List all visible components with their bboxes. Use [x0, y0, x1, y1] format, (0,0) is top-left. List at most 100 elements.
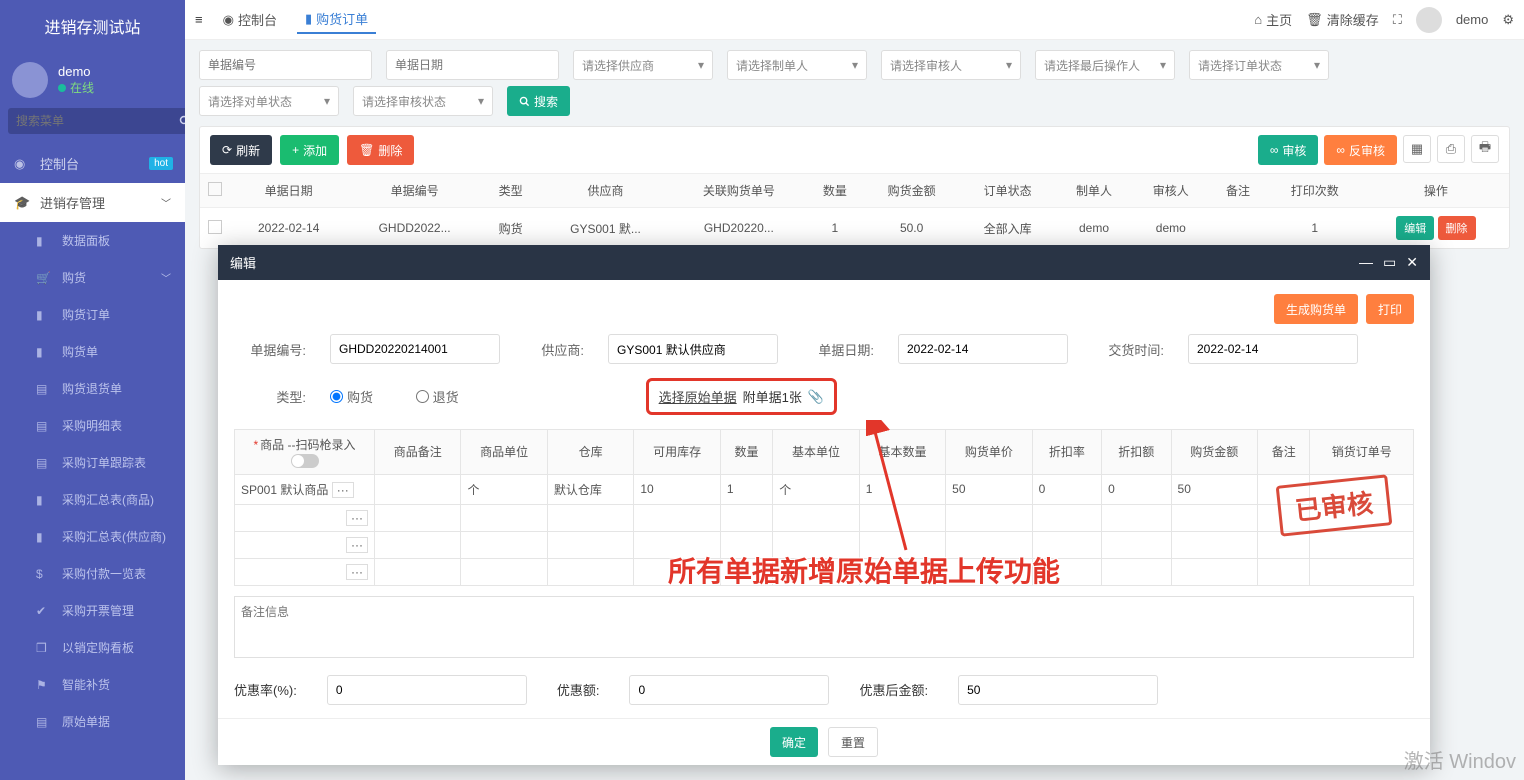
filter-last-op[interactable]: 请选择最后操作人▾: [1035, 50, 1175, 80]
row-delete-button[interactable]: 删除: [1438, 216, 1476, 240]
reset-button[interactable]: 重置: [828, 727, 878, 757]
filter-creator[interactable]: 请选择制单人▾: [727, 50, 867, 80]
close-icon[interactable]: ✕: [1406, 254, 1418, 271]
nav-purchase-order[interactable]: ▮购货订单: [0, 296, 185, 333]
checkbox-all[interactable]: [208, 182, 222, 196]
nav-summary-product[interactable]: ▮采购汇总表(商品): [0, 481, 185, 518]
filter-doc-no[interactable]: [199, 50, 372, 80]
filter-row-1: 请选择供应商▾ 请选择制单人▾ 请选择审核人▾ 请选择最后操作人▾ 请选择订单状…: [185, 40, 1524, 80]
nav-order-track[interactable]: ▤采购订单跟踪表: [0, 444, 185, 481]
nav-purchase-detail[interactable]: ▤采购明细表: [0, 407, 185, 444]
check-icon: ✔: [36, 604, 52, 618]
product-picker[interactable]: ···: [346, 510, 368, 526]
refresh-button[interactable]: ⟳刷新: [210, 135, 272, 165]
filter-match-status[interactable]: 请选择对单状态▾: [199, 86, 339, 116]
unaudit-button[interactable]: ∞反审核: [1324, 135, 1397, 165]
filter-auditor[interactable]: 请选择审核人▾: [881, 50, 1021, 80]
paperclip-icon[interactable]: 📎: [808, 389, 824, 405]
tab-console[interactable]: ◉控制台: [215, 6, 285, 33]
settings-icon[interactable]: ⚙: [1502, 12, 1514, 28]
radio-buy[interactable]: 购货: [330, 387, 402, 406]
nav-purchase[interactable]: 🛒购货﹀: [0, 259, 185, 296]
nav-summary-supplier[interactable]: ▮采购汇总表(供应商): [0, 518, 185, 555]
search-button[interactable]: 搜索: [507, 86, 570, 116]
menu-toggle-icon[interactable]: ≡: [195, 12, 203, 27]
menu-search-input[interactable]: [8, 108, 179, 134]
nav-purchase-return[interactable]: ▤购货退货单: [0, 370, 185, 407]
link-icon: ∞: [1270, 143, 1279, 157]
input-discount-rate[interactable]: [327, 675, 527, 705]
tab-purchase-order[interactable]: ▮购货订单: [297, 5, 376, 34]
input-after-amt[interactable]: [958, 675, 1158, 705]
filter-doc-date[interactable]: [386, 50, 559, 80]
product-picker[interactable]: ···: [332, 482, 354, 498]
nav-purchase-doc[interactable]: ▮购货单: [0, 333, 185, 370]
minimize-icon[interactable]: —: [1359, 254, 1373, 271]
filter-supplier[interactable]: 请选择供应商▾: [573, 50, 713, 80]
print-button[interactable]: 打印: [1366, 294, 1414, 324]
select-original-link[interactable]: 选择原始单据: [659, 387, 737, 406]
plus-icon: +: [292, 143, 299, 157]
checkbox-row[interactable]: [208, 220, 222, 234]
nav-jxc[interactable]: 🎓 进销存管理 ﹀: [0, 183, 185, 222]
radio-return[interactable]: 退货: [416, 387, 488, 406]
edit-row[interactable]: SP001 默认商品 ··· 个 默认仓库 10 1 个 1 50 0 0 50: [235, 474, 1414, 504]
col-header: 制单人: [1056, 174, 1133, 208]
input-discount-amt[interactable]: [629, 675, 829, 705]
table-row[interactable]: 2022-02-14 GHDD2022... 购货 GYS001 默... GH…: [200, 208, 1509, 249]
nav-payment-list[interactable]: $采购付款一览表: [0, 555, 185, 592]
search-icon: [519, 96, 530, 107]
home-button[interactable]: ⌂主页: [1254, 10, 1292, 29]
add-button[interactable]: +添加: [280, 135, 339, 165]
chart-icon: ▮: [305, 11, 312, 27]
filter-row-2: 请选择对单状态▾ 请选择审核状态▾ 搜索: [185, 80, 1524, 116]
col-header: 订单状态: [960, 174, 1056, 208]
export-icon[interactable]: ⎙: [1437, 135, 1465, 163]
col-header: 单据日期: [230, 174, 347, 208]
input-doc-date[interactable]: [898, 334, 1068, 364]
nav-original-doc[interactable]: ▤原始单据: [0, 703, 185, 740]
edit-row-empty[interactable]: ···: [235, 558, 1414, 585]
trash-icon: 🗑: [359, 143, 374, 157]
remark-textarea[interactable]: [234, 596, 1414, 658]
edit-row-empty[interactable]: ···: [235, 531, 1414, 558]
input-delivery[interactable]: [1188, 334, 1358, 364]
input-doc-no[interactable]: [330, 334, 500, 364]
nav-data-panel[interactable]: ▮数据面板: [0, 222, 185, 259]
audit-button[interactable]: ∞审核: [1258, 135, 1319, 165]
col-header: 数量: [806, 174, 864, 208]
filter-audit-status[interactable]: 请选择审核状态▾: [353, 86, 493, 116]
filter-order-status[interactable]: 请选择订单状态▾: [1189, 50, 1329, 80]
col-header: 操作: [1363, 174, 1509, 208]
caret-icon: ▾: [698, 58, 704, 72]
col-header: 关联购货单号: [672, 174, 806, 208]
product-picker[interactable]: ···: [346, 564, 368, 580]
row-edit-button[interactable]: 编辑: [1396, 216, 1434, 240]
nav-invoice[interactable]: ✔采购开票管理: [0, 592, 185, 629]
nav-console[interactable]: ◉ 控制台 hot: [0, 144, 185, 183]
clear-cache-button[interactable]: 🗑清除缓存: [1306, 10, 1379, 29]
gen-order-button[interactable]: 生成购货单: [1274, 294, 1358, 324]
expand-icon[interactable]: ⛶: [1393, 12, 1402, 28]
modal-titlebar: 编辑 — ▭ ✕: [218, 245, 1430, 280]
caret-icon: ▾: [1160, 58, 1166, 72]
scan-toggle[interactable]: [291, 454, 319, 468]
dashboard-icon: ◉: [14, 156, 30, 172]
edit-row-empty[interactable]: ···: [235, 504, 1414, 531]
ok-button[interactable]: 确定: [770, 727, 818, 757]
chevron-down-icon: ﹀: [161, 195, 171, 210]
print-icon[interactable]: 🖶: [1471, 135, 1499, 163]
flag-icon: ⚑: [36, 678, 52, 692]
delete-button[interactable]: 🗑删除: [347, 135, 414, 165]
maximize-icon[interactable]: ▭: [1383, 254, 1396, 271]
col-header: 类型: [482, 174, 540, 208]
nav-smart-replenish[interactable]: ⚑智能补货: [0, 666, 185, 703]
nav-sales-board[interactable]: ❒以销定购看板: [0, 629, 185, 666]
edit-modal: 编辑 — ▭ ✕ 生成购货单 打印 单据编号: 供应商: 单据日期: 交货时间:…: [218, 245, 1430, 765]
chart-icon: ▮: [36, 234, 52, 248]
hot-badge: hot: [149, 157, 173, 170]
columns-icon[interactable]: ▦: [1403, 135, 1431, 163]
user-avatar[interactable]: [1416, 7, 1442, 33]
input-supplier[interactable]: [608, 334, 778, 364]
product-picker[interactable]: ···: [346, 537, 368, 553]
